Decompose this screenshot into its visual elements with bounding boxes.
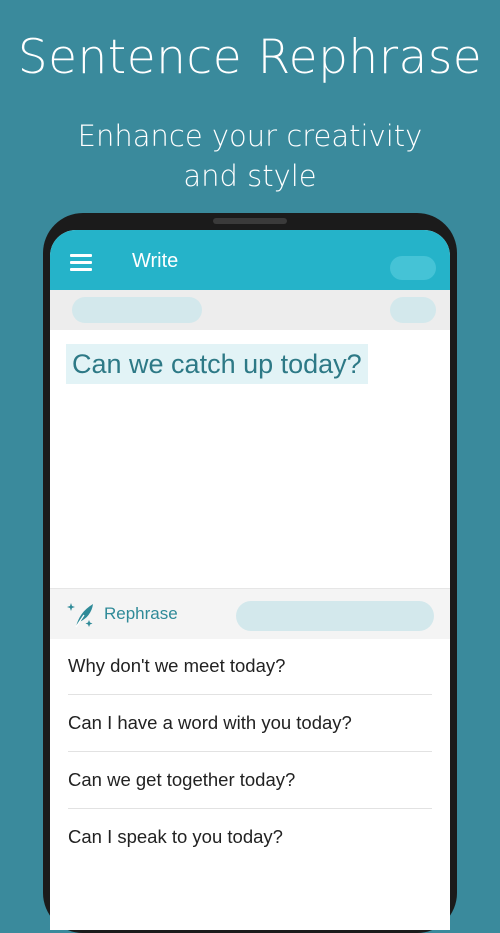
suggestion-list: Why don't we meet today? Can I have a wo…	[50, 638, 450, 865]
promo-headline: Sentence Rephrase	[17, 30, 483, 85]
text-editor[interactable]: Can we catch up today?	[50, 330, 450, 588]
toolbar-option-pill[interactable]	[72, 297, 202, 323]
promo-tagline-line1: Enhance your creativity	[77, 119, 423, 153]
app-screen: Write Can we catch up today? Rephrase Wh…	[50, 230, 450, 930]
app-bar-action-button[interactable]	[390, 256, 436, 280]
editor-toolbar	[50, 290, 450, 330]
promo-tagline: Enhance your creativity and style	[0, 116, 500, 196]
rephrase-option-pill[interactable]	[236, 601, 434, 631]
suggestion-item[interactable]: Can I speak to you today?	[68, 809, 432, 865]
app-bar-title: Write	[132, 250, 179, 272]
suggestion-item[interactable]: Why don't we meet today?	[68, 638, 432, 695]
rephrase-header: Rephrase	[50, 588, 450, 639]
promo-tagline-line2: and style	[183, 159, 317, 193]
quill-sparkle-icon	[67, 603, 93, 628]
hamburger-menu-icon[interactable]	[70, 254, 92, 271]
rephrase-label: Rephrase	[104, 604, 178, 623]
suggestion-item[interactable]: Can we get together today?	[68, 752, 432, 809]
suggestion-item[interactable]: Can I have a word with you today?	[68, 695, 432, 752]
phone-speaker	[213, 218, 287, 224]
app-bar: Write	[50, 230, 450, 290]
toolbar-action-pill[interactable]	[390, 297, 436, 323]
editor-input-text[interactable]: Can we catch up today?	[66, 344, 368, 384]
